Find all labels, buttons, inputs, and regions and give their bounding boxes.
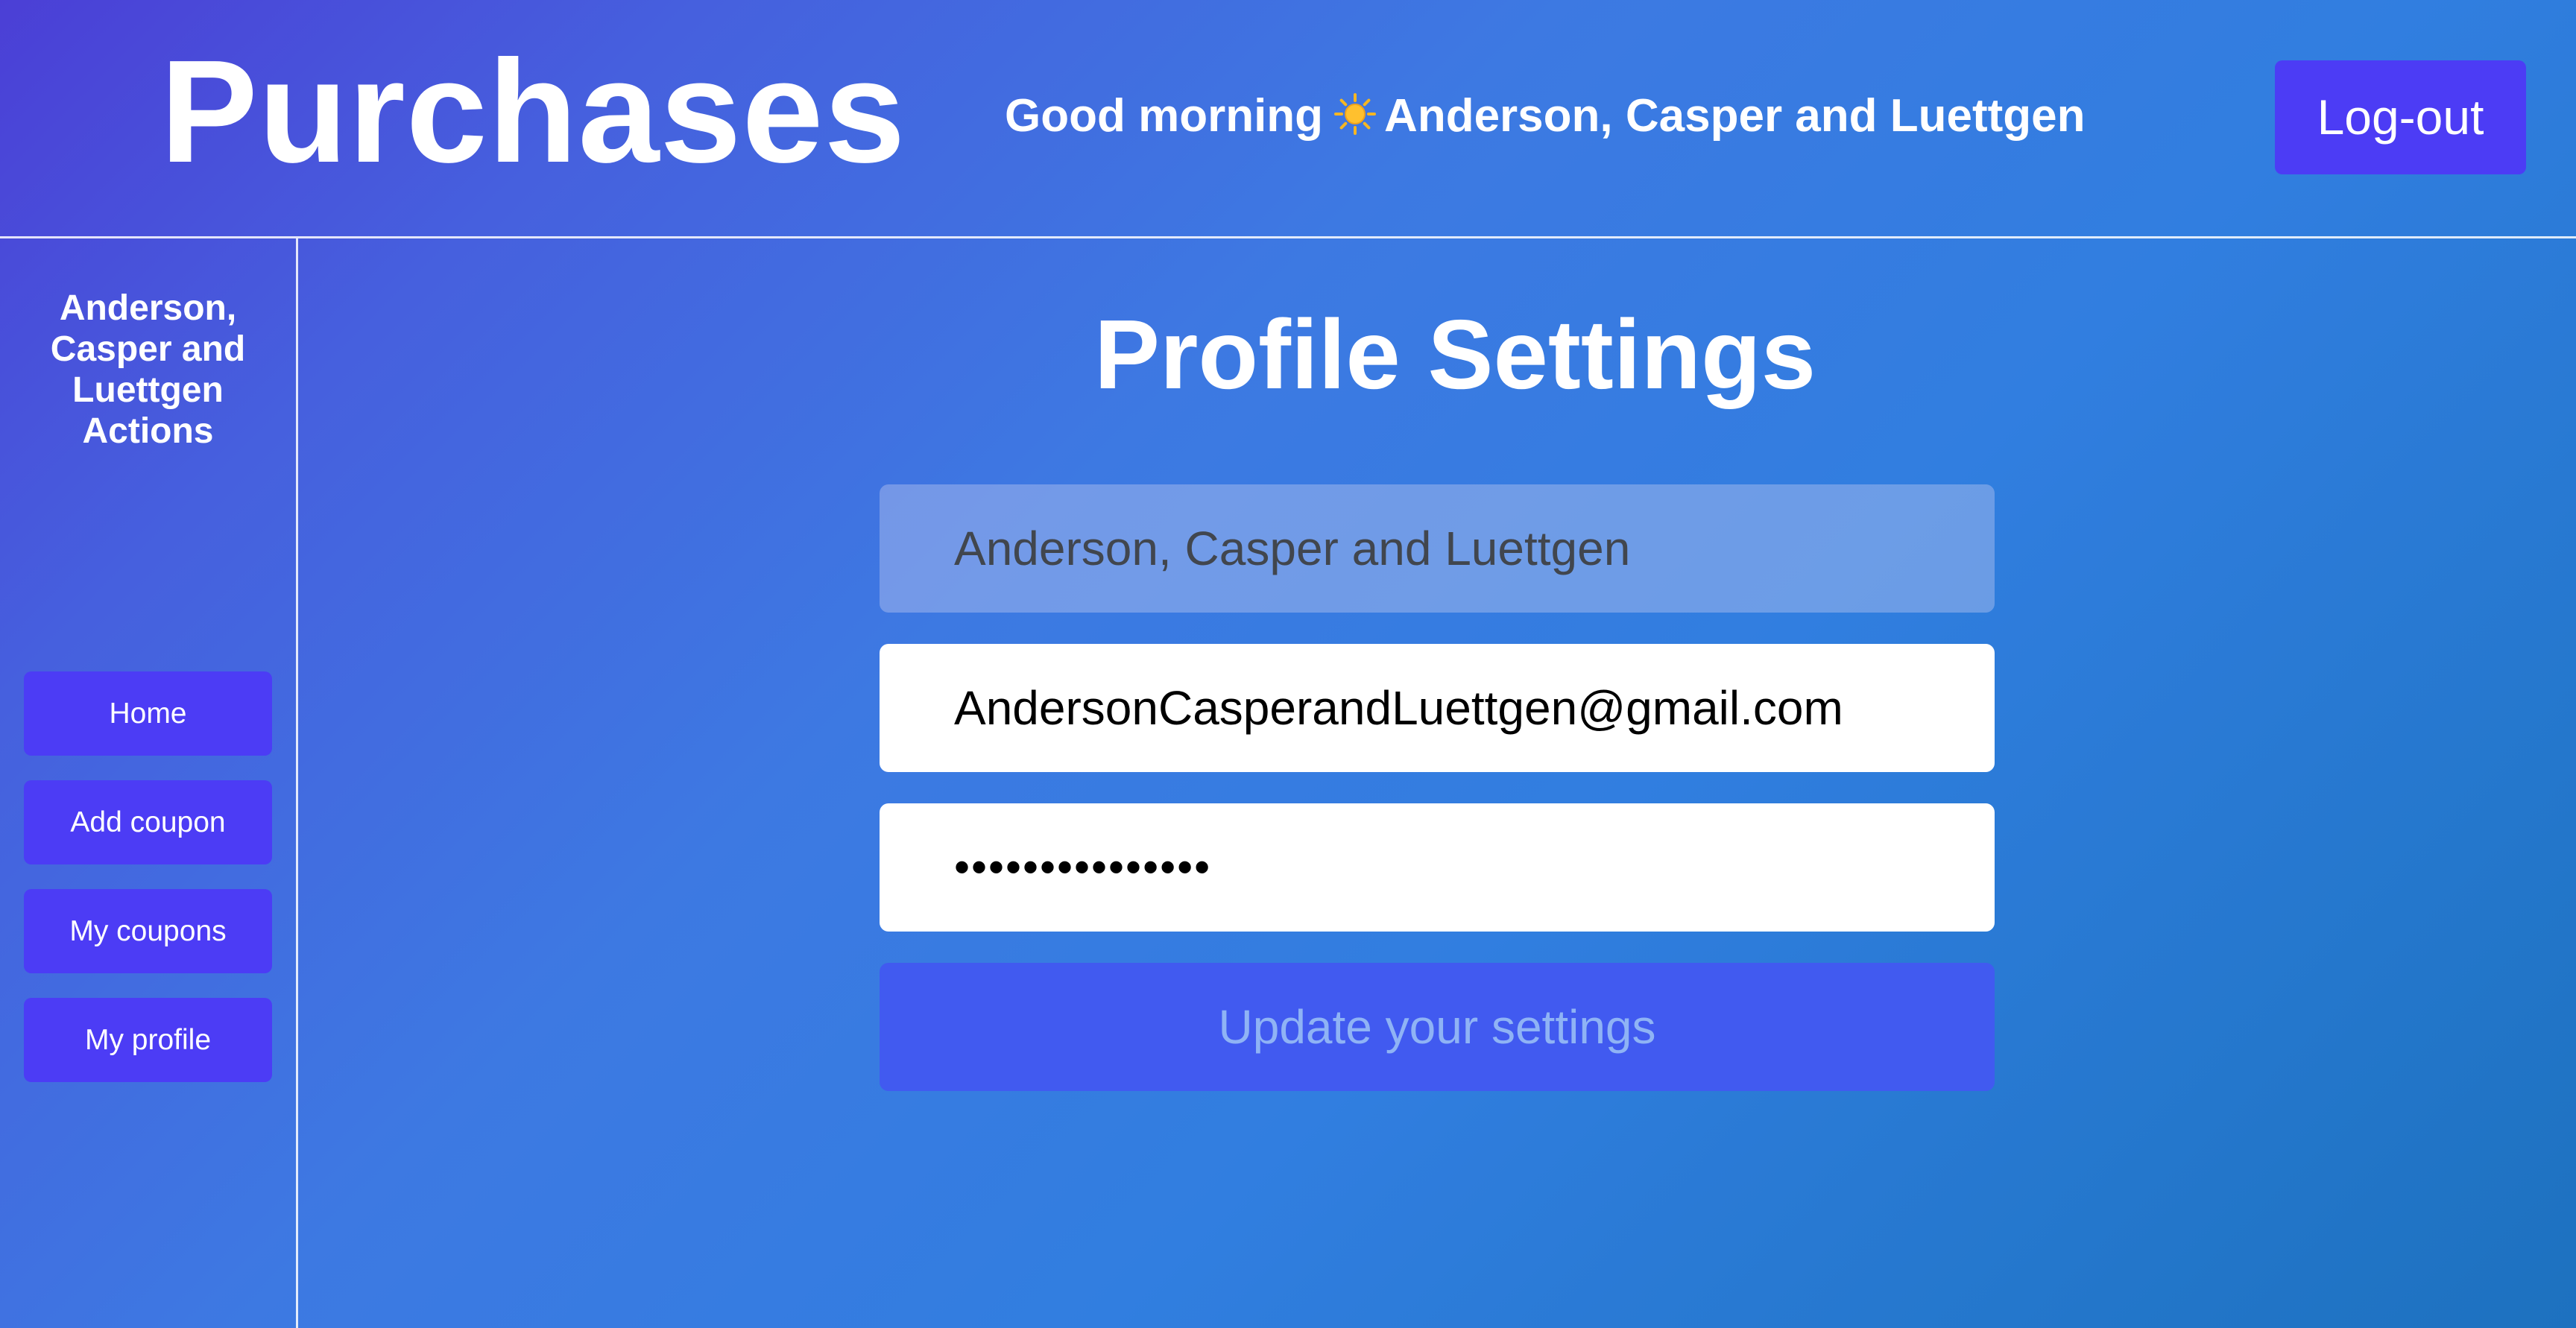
greeting-prefix: Good morning (1005, 90, 1324, 142)
sidebar-item-add-coupon[interactable]: Add coupon (24, 780, 272, 864)
sidebar-title: Anderson, Casper and Luettgen Actions (15, 288, 281, 452)
app-title: Purchases (160, 30, 906, 193)
company-name-field[interactable]: Anderson, Casper and Luettgen (880, 484, 1995, 613)
page-title: Profile Settings (1094, 300, 1816, 409)
header-divider (0, 236, 2576, 238)
logout-button[interactable]: Log-out (2275, 60, 2526, 174)
sidebar-item-home[interactable]: Home (24, 671, 272, 756)
greeting-name: Anderson, Casper and Luettgen (1384, 90, 2086, 142)
greeting: Good morning Anderson, Casper and Luettg… (1005, 92, 2086, 139)
sidebar-title-line: Anderson, (59, 288, 237, 328)
sidebar-item-my-profile[interactable]: My profile (24, 998, 272, 1082)
email-field[interactable]: AndersonCasperandLuettgen@gmail.com (880, 644, 1995, 772)
sidebar: Anderson, Casper and Luettgen Actions Ho… (0, 238, 296, 1328)
sidebar-title-line: Actions (82, 411, 214, 451)
sidebar-title-line: Luettgen (72, 370, 224, 410)
sidebar-title-line: Casper and (50, 329, 246, 369)
update-settings-button[interactable]: Update your settings (880, 963, 1995, 1091)
sidebar-divider (296, 238, 298, 1328)
sun-icon (1333, 92, 1377, 136)
sidebar-item-my-coupons[interactable]: My coupons (24, 889, 272, 973)
top-header: Purchases Good morning Anderson, Casper … (0, 0, 2576, 237)
password-field[interactable]: ••••••••••••••• (880, 803, 1995, 932)
